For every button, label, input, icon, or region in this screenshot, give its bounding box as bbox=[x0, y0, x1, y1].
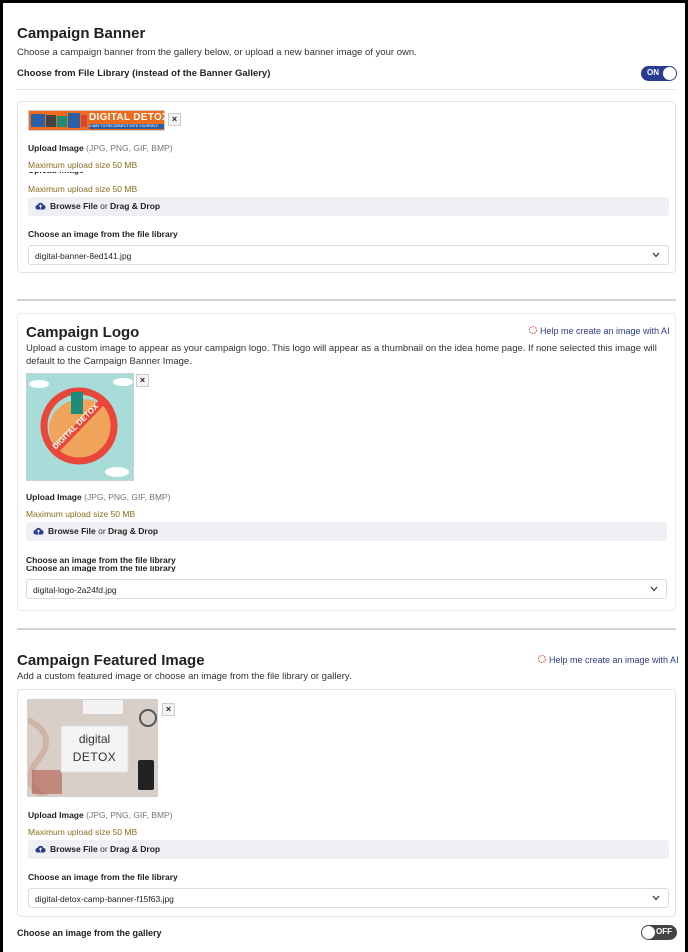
upload-formats-text: (JPG, PNG, GIF, BMP) bbox=[86, 143, 173, 153]
campaign-logo-description: Upload a custom image to appear as your … bbox=[26, 343, 657, 367]
campaign-logo-title: Campaign Logo bbox=[26, 324, 140, 341]
toggle-state-label: ON bbox=[647, 68, 659, 77]
campaign-featured-image-title: Campaign Featured Image bbox=[17, 652, 205, 669]
drag-drop-text: Drag & Drop bbox=[110, 844, 161, 854]
section-divider bbox=[17, 299, 676, 301]
clipped-library-label: Choose an image from the file library bbox=[26, 566, 176, 572]
banner-max-size-repeat: Maximum upload size 50 MB bbox=[28, 184, 138, 194]
chevron-down-icon bbox=[652, 895, 660, 901]
upload-image-text: Upload Image bbox=[28, 810, 84, 820]
remove-banner-image-button[interactable]: × bbox=[168, 113, 181, 126]
drag-drop-text: Drag & Drop bbox=[110, 201, 161, 211]
toggle-state-label: OFF bbox=[656, 927, 672, 936]
logo-browse-file-button[interactable]: Browse File or Drag & Drop bbox=[26, 522, 667, 541]
featured-image-line2: DETOX bbox=[72, 750, 117, 764]
banner-library-label: Choose an image from the file library bbox=[28, 229, 178, 239]
featured-image-line1: digital bbox=[78, 732, 111, 746]
gallery-toggle-label: Choose an image from the gallery bbox=[17, 928, 162, 938]
banner-max-size: Maximum upload size 50 MB bbox=[28, 160, 138, 170]
featured-library-select[interactable]: digital-detox-camp-banner-f15f63.jpg bbox=[28, 888, 669, 908]
featured-upload-label: Upload Image (JPG, PNG, GIF, BMP) bbox=[28, 810, 173, 820]
banner-image-subtitle: A WAY TO RECONNECT WITH YOURSELF bbox=[89, 124, 164, 129]
cloud-upload-icon bbox=[35, 202, 46, 210]
gallery-toggle[interactable]: OFF bbox=[641, 925, 677, 940]
file-library-toggle-label: Choose from File Library (instead of the… bbox=[17, 68, 271, 79]
upload-formats-text: (JPG, PNG, GIF, BMP) bbox=[84, 492, 171, 502]
file-library-toggle[interactable]: ON bbox=[641, 66, 677, 81]
toggle-knob bbox=[642, 926, 655, 939]
remove-logo-image-button[interactable]: × bbox=[136, 374, 149, 387]
banner-upload-label: Upload Image (JPG, PNG, GIF, BMP) bbox=[28, 143, 173, 153]
or-text: or bbox=[100, 201, 108, 211]
logo-max-size: Maximum upload size 50 MB bbox=[26, 509, 136, 519]
ai-sparkle-icon bbox=[537, 654, 547, 664]
logo-library-label: Choose an image from the file library bbox=[26, 555, 176, 565]
clipped-upload-label: Upload Image bbox=[28, 172, 328, 175]
logo-ai-help-link[interactable]: Help me create an image with AI bbox=[528, 325, 670, 336]
browse-file-text: Browse File bbox=[50, 844, 98, 854]
banner-library-value: digital-banner-8ed141.jpg bbox=[35, 251, 132, 261]
or-text: or bbox=[100, 844, 108, 854]
banner-image-title: DIGITAL DETOX bbox=[89, 112, 165, 123]
upload-image-text: Upload Image bbox=[28, 143, 84, 153]
chevron-down-icon bbox=[650, 586, 658, 592]
featured-max-size: Maximum upload size 50 MB bbox=[28, 827, 138, 837]
browse-file-text: Browse File bbox=[50, 201, 98, 211]
featured-library-value: digital-detox-camp-banner-f15f63.jpg bbox=[35, 894, 174, 904]
remove-featured-image-button[interactable]: × bbox=[162, 703, 175, 716]
featured-library-label: Choose an image from the file library bbox=[28, 872, 178, 882]
campaign-banner-title: Campaign Banner bbox=[17, 25, 146, 42]
section-divider bbox=[17, 628, 676, 630]
upload-image-text: Upload Image bbox=[26, 492, 82, 502]
featured-art bbox=[28, 700, 157, 796]
browse-file-text: Browse File bbox=[48, 526, 96, 536]
banner-library-select[interactable]: digital-banner-8ed141.jpg bbox=[28, 245, 669, 265]
featured-ai-help-link[interactable]: Help me create an image with AI bbox=[537, 654, 679, 665]
logo-upload-label: Upload Image (JPG, PNG, GIF, BMP) bbox=[26, 492, 171, 502]
campaign-banner-description: Choose a campaign banner from the galler… bbox=[17, 47, 417, 58]
toggle-knob bbox=[663, 67, 676, 80]
chevron-down-icon bbox=[652, 252, 660, 258]
logo-library-value: digital-logo-2a24fd.jpg bbox=[33, 585, 117, 595]
page: Campaign Banner Choose a campaign banner… bbox=[3, 3, 685, 952]
featured-image-preview: digital DETOX bbox=[27, 699, 158, 797]
logo-library-select[interactable]: digital-logo-2a24fd.jpg bbox=[26, 579, 667, 599]
featured-ai-help-text: Help me create an image with AI bbox=[549, 655, 679, 665]
divider bbox=[17, 89, 676, 90]
drag-drop-text: Drag & Drop bbox=[108, 526, 159, 536]
ai-sparkle-icon bbox=[528, 325, 538, 335]
banner-browse-file-button[interactable]: Browse File or Drag & Drop bbox=[28, 197, 669, 216]
banner-upload-card: DIGITAL DETOX A WAY TO RECONNECT WITH YO… bbox=[17, 101, 676, 273]
banner-image-preview: DIGITAL DETOX A WAY TO RECONNECT WITH YO… bbox=[28, 110, 165, 131]
logo-image-preview: DIGITAL DETOX bbox=[26, 373, 134, 481]
upload-formats-text: (JPG, PNG, GIF, BMP) bbox=[86, 810, 173, 820]
featured-browse-file-button[interactable]: Browse File or Drag & Drop bbox=[28, 840, 669, 859]
campaign-featured-description: Add a custom featured image or choose an… bbox=[17, 671, 352, 682]
cloud-upload-icon bbox=[35, 845, 46, 853]
featured-upload-card: digital DETOX × Upload Image (JPG, PNG, … bbox=[17, 689, 676, 917]
or-text: or bbox=[98, 526, 106, 536]
logo-ai-help-text: Help me create an image with AI bbox=[540, 326, 670, 336]
cloud-upload-icon bbox=[33, 527, 44, 535]
